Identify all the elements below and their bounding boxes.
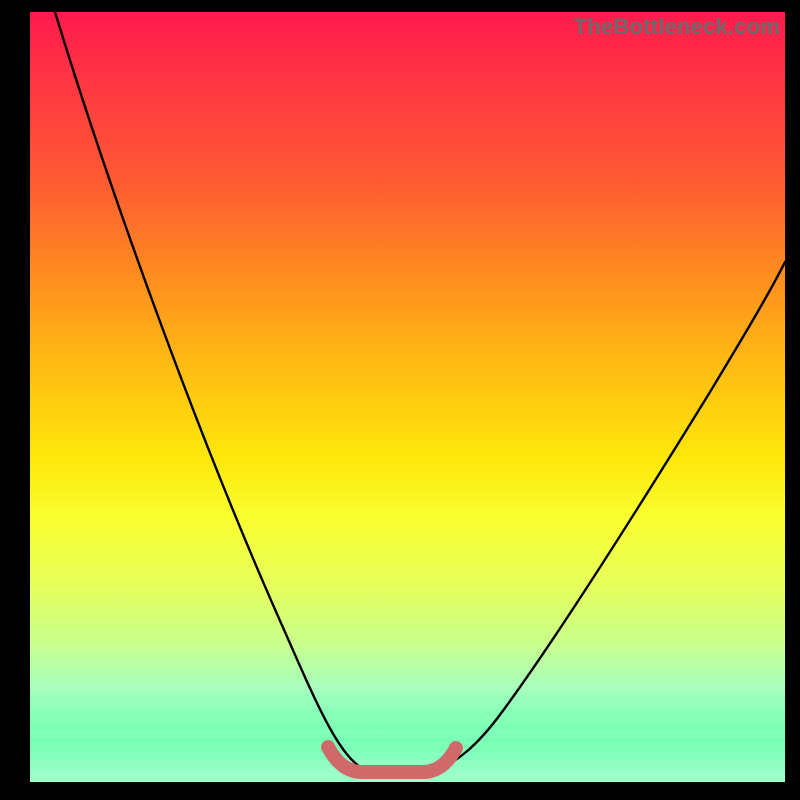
bottleneck-curve bbox=[55, 12, 785, 776]
chart-frame: TheBottleneck.com bbox=[0, 0, 800, 800]
gradient-plot-area bbox=[30, 12, 785, 782]
minimum-marker bbox=[328, 747, 456, 772]
watermark-text: TheBottleneck.com bbox=[574, 14, 780, 40]
curve-layer bbox=[30, 12, 785, 782]
